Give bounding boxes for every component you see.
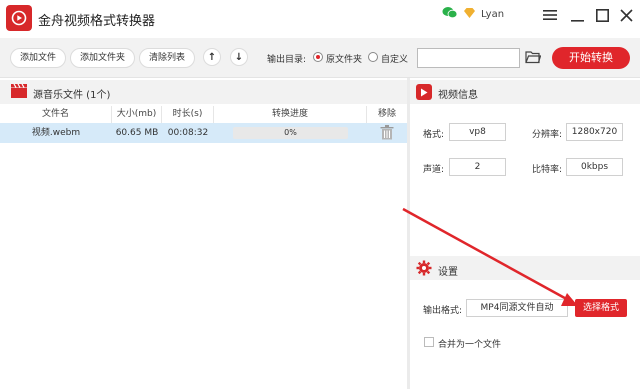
add-folder-button[interactable]: 添加文件夹 [70,48,136,68]
add-file-button[interactable]: 添加文件 [10,48,67,68]
merge-label[interactable]: 合并为一个文件 [438,337,501,350]
column-header: 大小(mb) [112,106,162,123]
column-header: 移除 [377,109,396,119]
play-logo-icon [6,5,32,31]
wechat-icon [442,6,458,22]
merge-checkbox[interactable] [424,337,434,347]
radio-custom[interactable] [368,52,378,62]
select-format-button[interactable]: 选择格式 [575,299,627,317]
play-icon [416,84,432,100]
user-area[interactable]: Lyan [442,6,504,22]
user-name: Lyan [481,8,505,20]
file-name-cell: 视频.webm [31,128,81,138]
move-up-button[interactable]: ↑ [203,48,221,66]
resolution-label: 分辨率: [532,130,563,140]
column-header: 时长(s) [162,106,214,123]
app-title: 金舟视频格式转换器 [38,14,156,29]
radio-source-folder-label[interactable]: 原文件夹 [326,52,362,65]
output-format-label: 输出格式: [423,306,463,316]
move-down-button[interactable]: ↓ [230,48,248,66]
file-size-cell: 60.65 MB [115,128,159,138]
trash-icon[interactable] [380,125,394,140]
column-header: 转换进度 [214,106,367,123]
close-icon[interactable] [618,7,634,23]
settings-title: 设置 [438,267,458,278]
vip-diamond-icon [464,7,475,21]
channels-value: 2 [449,158,506,176]
resolution-value: 1280x720 [566,123,623,141]
format-value: vp8 [449,123,506,141]
file-list-title: 源音乐文件 (1个) [33,90,111,101]
start-convert-button[interactable]: 开始转换 [552,47,630,69]
output-path-input[interactable] [417,48,520,68]
gear-icon [416,260,432,276]
progress-bar: 0% [233,127,348,139]
output-dir-label: 输出目录: [267,55,307,65]
column-header: 文件名 [0,106,112,123]
film-clapper-icon [11,83,27,98]
video-info-title: 视频信息 [438,90,478,101]
minimize-icon[interactable] [569,7,585,23]
format-label: 格式: [423,130,445,140]
file-duration-cell: 00:08:32 [167,128,209,138]
hamburger-menu-icon[interactable] [542,7,558,23]
folder-open-icon[interactable] [525,50,542,64]
bitrate-label: 比特率: [532,165,563,175]
radio-source-folder[interactable] [313,52,323,62]
maximize-icon[interactable] [594,7,610,23]
clear-list-button[interactable]: 清除列表 [139,48,196,68]
radio-custom-label[interactable]: 自定义 [381,52,408,65]
channels-label: 声道: [423,165,445,175]
output-format-value[interactable]: MP4同源文件自动 [466,299,568,317]
panel-divider [407,78,410,389]
bitrate-value: 0kbps [566,158,623,176]
